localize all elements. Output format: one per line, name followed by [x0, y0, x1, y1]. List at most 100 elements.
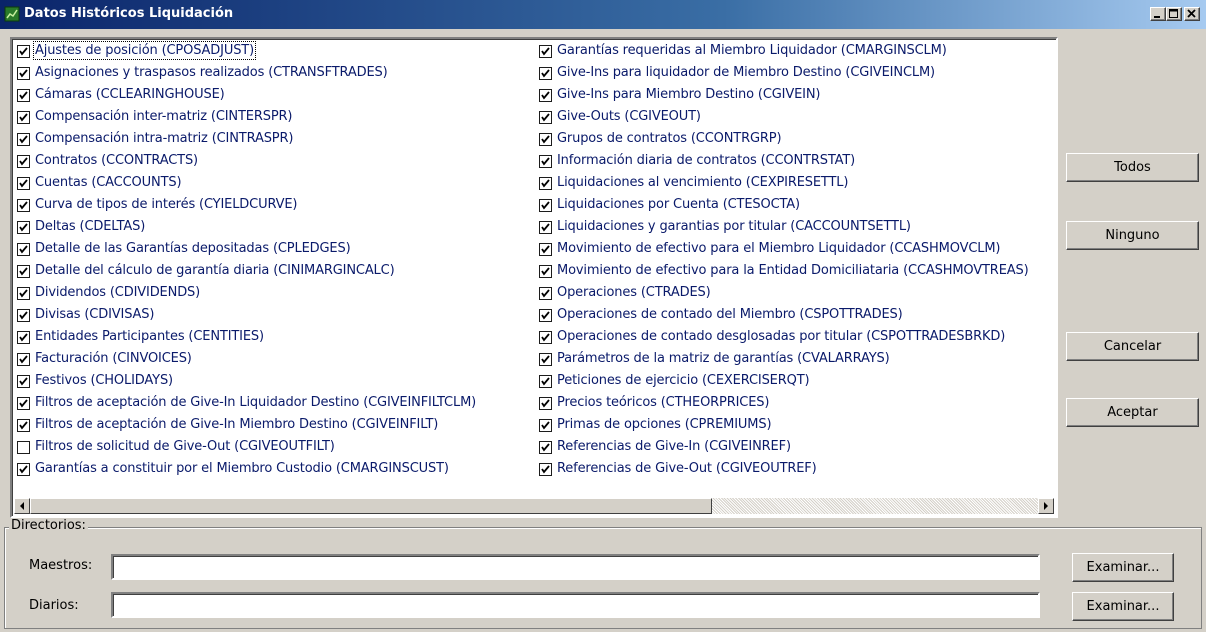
checkbox-checked[interactable]: [17, 45, 30, 58]
tables-checklist[interactable]: Ajustes de posición (CPOSADJUST) Asignaci…: [10, 37, 1058, 518]
checkbox-checked[interactable]: [17, 463, 30, 476]
checklist-item-label: Operaciones de contado del Miembro (CSPO…: [557, 307, 903, 322]
ninguno-button[interactable]: Ninguno: [1066, 221, 1199, 250]
checkbox-checked[interactable]: [539, 199, 552, 212]
checkbox-checked[interactable]: [17, 243, 30, 256]
checkmark-icon: [541, 421, 550, 430]
checkbox-checked[interactable]: [539, 177, 552, 190]
checkbox-checked[interactable]: [539, 287, 552, 300]
checkbox-checked[interactable]: [17, 67, 30, 80]
title-bar[interactable]: Datos Históricos Liquidación: [0, 0, 1206, 29]
checkmark-icon: [19, 135, 28, 144]
diarios-input[interactable]: [111, 592, 1040, 618]
checkmark-icon: [19, 465, 28, 474]
checklist-item-label: Liquidaciones y garantias por titular (C…: [557, 219, 911, 234]
minimize-button[interactable]: [1150, 7, 1166, 21]
checklist-item-label: Peticiones de ejercicio (CEXERCISERQT): [557, 373, 810, 388]
checkmark-icon: [19, 311, 28, 320]
checkmark-icon: [541, 399, 550, 408]
checklist-item-label: Filtros de solicitud de Give-Out (CGIVEO…: [35, 439, 335, 454]
checkbox-checked[interactable]: [539, 331, 552, 344]
checkbox-checked[interactable]: [539, 111, 552, 124]
scroll-right-button[interactable]: [1038, 498, 1054, 514]
checkbox-checked[interactable]: [539, 441, 552, 454]
checkbox-checked[interactable]: [539, 463, 552, 476]
checkmark-icon: [541, 113, 550, 122]
checkbox-unchecked[interactable]: [17, 441, 30, 454]
checkbox-checked[interactable]: [17, 309, 30, 322]
cancel-button[interactable]: Cancelar: [1066, 332, 1199, 361]
checklist-item-label: Give-Ins para liquidador de Miembro Dest…: [557, 65, 935, 80]
checkbox-checked[interactable]: [17, 353, 30, 366]
checkmark-icon: [19, 267, 28, 276]
checkmark-icon: [19, 245, 28, 254]
checklist-item-label: Curva de tipos de interés (CYIELDCURVE): [35, 197, 298, 212]
checkbox-checked[interactable]: [539, 45, 552, 58]
checkmark-icon: [19, 399, 28, 408]
checkmark-icon: [541, 157, 550, 166]
window-title: Datos Históricos Liquidación: [24, 6, 234, 21]
checklist-item-label: Garantías requeridas al Miembro Liquidad…: [557, 43, 947, 58]
checkbox-checked[interactable]: [539, 89, 552, 102]
accept-button[interactable]: Aceptar: [1066, 398, 1199, 427]
checkmark-icon: [541, 267, 550, 276]
checkbox-checked[interactable]: [539, 353, 552, 366]
checkbox-checked[interactable]: [17, 397, 30, 410]
checkbox-checked[interactable]: [539, 309, 552, 322]
browse-diarios-button[interactable]: Examinar...: [1072, 592, 1174, 621]
checklist-item-label: Give-Ins para Miembro Destino (CGIVEIN): [557, 87, 821, 102]
checkmark-icon: [541, 333, 550, 342]
checkbox-checked[interactable]: [17, 265, 30, 278]
browse-maestros-button[interactable]: Examinar...: [1072, 553, 1174, 582]
checklist-item-label: Liquidaciones al vencimiento (CEXPIRESET…: [557, 175, 849, 190]
checkbox-checked[interactable]: [17, 177, 30, 190]
checkbox-checked[interactable]: [539, 243, 552, 256]
scrollbar-thumb[interactable]: [30, 498, 712, 514]
checklist-item-label: Filtros de aceptación de Give-In Miembro…: [35, 417, 439, 432]
horizontal-scrollbar[interactable]: [14, 498, 1054, 514]
maestros-input[interactable]: [111, 554, 1040, 580]
checklist-item-label: Ajustes de posición (CPOSADJUST): [32, 41, 257, 60]
checkbox-checked[interactable]: [17, 419, 30, 432]
checkbox-checked[interactable]: [539, 133, 552, 146]
checkmark-icon: [541, 223, 550, 232]
checklist-item-label: Filtros de aceptación de Give-In Liquida…: [35, 395, 477, 410]
checkmark-icon: [19, 201, 28, 210]
checkmark-icon: [541, 465, 550, 474]
checklist-item-label: Referencias de Give-In (CGIVEINREF): [557, 439, 791, 454]
checkbox-checked[interactable]: [539, 419, 552, 432]
checkbox-checked[interactable]: [17, 287, 30, 300]
checkbox-checked[interactable]: [539, 67, 552, 80]
checkbox-checked[interactable]: [539, 221, 552, 234]
checkbox-checked[interactable]: [539, 155, 552, 168]
maximize-button[interactable]: [1166, 7, 1182, 21]
checkbox-checked[interactable]: [539, 397, 552, 410]
checklist-item-label: Dividendos (CDIVIDENDS): [35, 285, 201, 300]
scroll-left-button[interactable]: [14, 498, 30, 514]
checklist-item-label: Cuentas (CACCOUNTS): [35, 175, 182, 190]
checkmark-icon: [19, 91, 28, 100]
checkbox-checked[interactable]: [17, 89, 30, 102]
checkbox-checked[interactable]: [17, 111, 30, 124]
checkmark-icon: [541, 355, 550, 364]
checkbox-checked[interactable]: [17, 221, 30, 234]
checklist-item-label: Garantías a constituir por el Miembro Cu…: [35, 461, 449, 476]
checkmark-icon: [541, 443, 550, 452]
checklist-item-label: Operaciones de contado desglosadas por t…: [557, 329, 1006, 344]
close-button[interactable]: [1184, 7, 1200, 21]
checkbox-checked[interactable]: [539, 375, 552, 388]
checkbox-checked[interactable]: [17, 133, 30, 146]
checklist-item-label: Primas de opciones (CPREMIUMS): [557, 417, 772, 432]
checkbox-checked[interactable]: [539, 265, 552, 278]
checkbox-checked[interactable]: [17, 155, 30, 168]
checkmark-icon: [541, 179, 550, 188]
checklist-item-label: Divisas (CDIVISAS): [35, 307, 155, 322]
checkbox-checked[interactable]: [17, 375, 30, 388]
close-icon: [1187, 9, 1196, 18]
checkmark-icon: [541, 69, 550, 78]
checklist-item-label: Deltas (CDELTAS): [35, 219, 146, 234]
todos-button[interactable]: Todos: [1066, 153, 1199, 182]
checklist-item-label: Detalle del cálculo de garantía diaria (…: [35, 263, 395, 278]
checkbox-checked[interactable]: [17, 331, 30, 344]
checkbox-checked[interactable]: [17, 199, 30, 212]
